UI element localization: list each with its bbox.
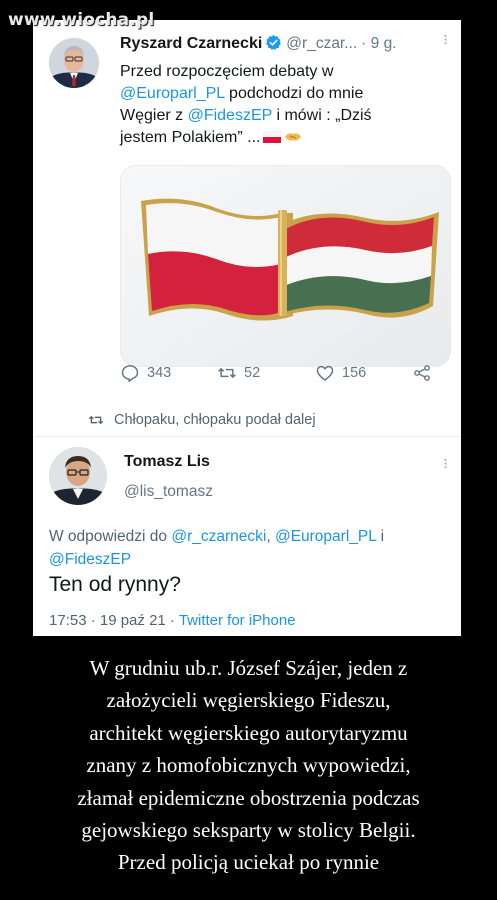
tweet2-source[interactable]: Twitter for iPhone xyxy=(179,612,296,629)
handshake-emoji-icon xyxy=(284,128,302,141)
retweet-icon xyxy=(218,368,236,378)
reply-count: 343 xyxy=(147,365,172,381)
share-button[interactable] xyxy=(412,363,439,383)
more-options-icon[interactable]: ··· xyxy=(438,34,454,45)
tweet1-line3-tail: i mówi : „Dziś xyxy=(272,107,372,124)
caption: W grudniu ub.r. József Szájer, jeden z z… xyxy=(0,652,497,879)
watermark: www.wiocha.pl xyxy=(8,10,155,30)
reply-mention-fideszep[interactable]: @FideszEP xyxy=(49,551,131,568)
reply-mention-europarl[interactable]: @Europarl_PL xyxy=(275,528,376,545)
caption-line: znany z homofobicznych wypowiedzi, xyxy=(86,753,411,778)
reply-icon xyxy=(121,365,139,383)
tweet1-image[interactable] xyxy=(120,165,451,367)
like-icon xyxy=(316,365,334,381)
retweet-button[interactable]: 52 xyxy=(217,363,260,383)
like-count: 156 xyxy=(342,365,367,381)
tweet1-author-name[interactable]: Ryszard Czarnecki xyxy=(120,35,262,52)
reply-separator: i xyxy=(376,528,385,545)
tweet2-meta: 17:53 · 19 paź 21 · Twitter for iPhone xyxy=(49,612,296,629)
retweeted-by-text[interactable]: Chłopaku, chłopaku podał dalej xyxy=(114,412,316,428)
tweet-screenshot: Ryszard Czarnecki @r_czar... · 9 g. ··· Pr… xyxy=(33,20,461,636)
tweet1-line4: jestem Polakiem” ... xyxy=(120,129,261,146)
tweet1-text: Przed rozpoczęciem debaty w @Europarl_PL… xyxy=(120,61,440,149)
retweet-small-icon xyxy=(89,416,103,424)
mention-fideszep[interactable]: @FideszEP xyxy=(188,107,272,124)
tweet2-author-name[interactable]: Tomasz Lis xyxy=(124,453,210,471)
tweet1-actions: 343 52 156 xyxy=(120,363,450,383)
reply-prefix: W odpowiedzi do xyxy=(49,528,172,545)
avatar-tomasz-lis[interactable] xyxy=(49,447,107,505)
poland-flag-emoji-icon xyxy=(263,128,282,143)
tweet1-header: Ryszard Czarnecki @r_czar... · 9 g. xyxy=(120,34,450,56)
reply-context: W odpowiedzi do @r_czarnecki, @Europarl_… xyxy=(49,525,449,571)
retweeted-by-note: Chłopaku, chłopaku podał dalej xyxy=(88,412,316,428)
reply-mention-czarnecki[interactable]: @r_czarnecki xyxy=(171,528,266,545)
tweet1-time[interactable]: · 9 g. xyxy=(361,35,396,52)
tweet1-line3-head: Węgier z xyxy=(120,107,188,124)
mention-europarl[interactable]: @Europarl_PL xyxy=(120,85,225,102)
caption-line: Przed policją uciekał po rynnie xyxy=(117,850,380,875)
reply-button[interactable]: 343 xyxy=(120,363,171,383)
caption-line: założycieli węgierskiego Fideszu, xyxy=(106,688,391,713)
flag-pin-image xyxy=(121,166,450,366)
caption-line: W grudniu ub.r. József Szájer, jeden z xyxy=(89,656,408,680)
tweet1-line1: Przed rozpoczęciem debaty w xyxy=(120,63,334,80)
caption-line: gejowskiego seksparty w stolicy Belgii. xyxy=(81,818,416,843)
caption-line: złamał epidemiczne obostrzenia podczas xyxy=(77,785,420,810)
tweet2-handle[interactable]: @lis_tomasz xyxy=(124,483,213,501)
tweet2-text: Ten od rynny? xyxy=(49,573,181,596)
tweet1-line2: podchodzi do mnie xyxy=(224,85,364,102)
reply-separator: , xyxy=(266,528,275,545)
avatar-ryszard-czarnecki[interactable] xyxy=(49,38,99,88)
share-icon xyxy=(414,365,430,381)
tweet2-timestamp[interactable]: 17:53 · 19 paź 21 · xyxy=(49,612,179,629)
more-options-icon[interactable]: ··· xyxy=(438,458,454,469)
retweet-count: 52 xyxy=(244,365,261,381)
divider xyxy=(33,436,461,437)
verified-badge-icon xyxy=(265,34,282,56)
tweet1-handle[interactable]: @r_czar... xyxy=(286,35,357,52)
like-button[interactable]: 156 xyxy=(315,363,366,383)
caption-line: architekt węgierskiego autorytaryzmu xyxy=(89,720,408,745)
